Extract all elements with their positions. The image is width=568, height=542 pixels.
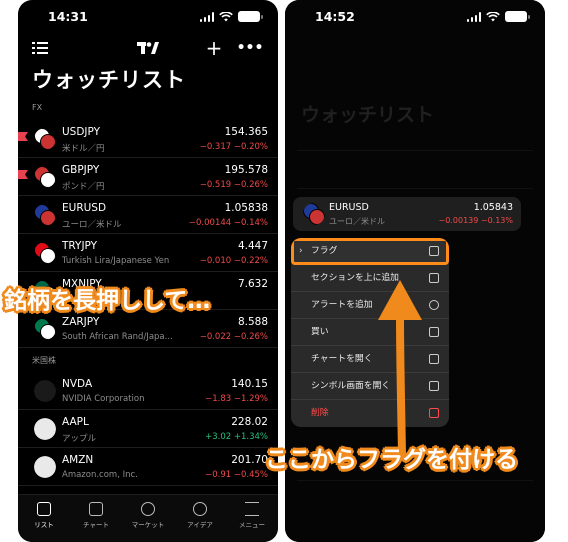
list-menu-icon[interactable] bbox=[30, 38, 50, 58]
tab-ideas[interactable]: アイデア bbox=[174, 495, 226, 542]
symbol-price: 195.578 bbox=[224, 164, 268, 176]
red-flag-icon bbox=[18, 170, 28, 179]
more-icon[interactable]: ••• bbox=[237, 38, 264, 58]
battery-icon bbox=[238, 11, 263, 22]
status-time: 14:31 bbox=[48, 9, 88, 24]
symbol-price: 7.632 bbox=[237, 278, 268, 290]
symbol-name: EURUSD bbox=[329, 202, 369, 213]
wifi-icon bbox=[486, 11, 500, 21]
status-bar: 14:31 bbox=[18, 0, 278, 34]
symbol-price: 154.365 bbox=[224, 126, 268, 138]
symbol-name: AAPL bbox=[62, 416, 89, 428]
battery-icon bbox=[505, 11, 530, 22]
tab-chart[interactable]: チャート bbox=[70, 495, 122, 542]
symbol-change: −0.519 −0.26% bbox=[199, 180, 268, 190]
toolbar: + ••• bbox=[18, 36, 278, 60]
left-phone-screen: 14:31 + ••• ウォッチリスト FX 米国株 リスト チャート マーケッ… bbox=[18, 0, 278, 542]
section-label-us: 米国株 bbox=[32, 356, 56, 365]
watchlist-row[interactable]: EURUSD ユーロ／米ドル 1.05838 −0.00144 −0.14% bbox=[18, 196, 278, 234]
buy-icon bbox=[429, 327, 439, 337]
alarm-icon bbox=[429, 300, 439, 310]
chevron-right-icon: › bbox=[299, 246, 303, 256]
signal-icon bbox=[199, 11, 214, 22]
tab-list[interactable]: リスト bbox=[18, 495, 70, 542]
symbol-change: −0.00139 −0.13% bbox=[438, 216, 513, 225]
wifi-icon bbox=[219, 11, 233, 21]
signal-icon bbox=[466, 11, 481, 22]
symbol-name: USDJPY bbox=[62, 126, 101, 138]
symbol-desc: アップル bbox=[62, 434, 97, 444]
symbol-price: 140.15 bbox=[231, 378, 268, 390]
symbol-change: −0.010 −0.22% bbox=[199, 256, 268, 266]
status-icons bbox=[199, 11, 263, 22]
blurred-title: ウォッチリスト bbox=[301, 104, 435, 126]
chart-icon bbox=[429, 354, 439, 364]
watchlist-row[interactable]: AMZN Amazon.com, Inc. 201.70 −0.91 −0.45% bbox=[18, 448, 278, 486]
symbol-logo-icon bbox=[34, 242, 56, 264]
symbol-desc: South African Rand/Japa... bbox=[62, 332, 173, 342]
symbol-desc: 米ドル／円 bbox=[62, 144, 105, 154]
watchlist-row[interactable]: ZARJPY South African Rand/Japa... 8.588 −0.… bbox=[18, 310, 278, 348]
status-bar: 14:52 bbox=[285, 0, 545, 34]
symbol-icon bbox=[429, 381, 439, 391]
status-icons bbox=[466, 11, 530, 22]
symbol-change: −0.00144 −0.14% bbox=[188, 218, 268, 228]
symbol-name: GBPJPY bbox=[62, 164, 100, 176]
flag-icon bbox=[429, 246, 439, 256]
symbol-logo-icon bbox=[34, 204, 56, 226]
right-caption: ここからフラグを付ける bbox=[265, 447, 518, 473]
symbol-change: −1.83 −1.29% bbox=[205, 394, 268, 404]
symbol-name: AMZN bbox=[62, 454, 94, 466]
symbol-desc: ユーロ／米ドル bbox=[329, 217, 385, 226]
symbol-logo-icon bbox=[34, 128, 56, 150]
tradingview-logo-icon bbox=[136, 38, 160, 58]
symbol-desc: ユーロ／米ドル bbox=[62, 220, 122, 230]
selected-symbol-card[interactable]: EURUSD ユーロ／米ドル 1.05843 −0.00139 −0.13% bbox=[293, 197, 521, 231]
symbol-price: 1.05843 bbox=[473, 202, 513, 213]
watchlist-row[interactable]: AAPL アップル 228.02 +3.02 +1.34% bbox=[18, 410, 278, 448]
trash-icon bbox=[429, 408, 439, 418]
tab-menu[interactable]: メニュー bbox=[226, 495, 278, 542]
annotation-arrow-icon bbox=[378, 280, 422, 456]
symbol-desc: Turkish Lira/Japanese Yen bbox=[62, 256, 170, 266]
left-caption: 銘柄を長押しして… bbox=[4, 288, 211, 314]
add-icon[interactable]: + bbox=[204, 36, 224, 60]
menu-item-flag[interactable]: › フラグ bbox=[291, 238, 449, 265]
symbol-price: 201.70 bbox=[231, 454, 268, 466]
tab-bar: リスト チャート マーケット アイデア メニュー bbox=[18, 494, 278, 542]
symbol-change: −0.317 −0.20% bbox=[199, 142, 268, 152]
symbol-change: +3.02 +1.34% bbox=[205, 432, 268, 442]
symbol-desc: Amazon.com, Inc. bbox=[62, 470, 138, 480]
symbol-logo-icon bbox=[34, 418, 56, 440]
symbol-name: ZARJPY bbox=[62, 316, 100, 328]
symbol-desc: NVIDIA Corporation bbox=[62, 394, 145, 404]
symbol-name: EURUSD bbox=[62, 202, 107, 214]
symbol-price: 8.588 bbox=[237, 316, 268, 328]
watchlist-row[interactable]: USDJPY 米ドル／円 154.365 −0.317 −0.20% bbox=[18, 120, 278, 158]
symbol-name: NVDA bbox=[62, 378, 93, 390]
symbol-price: 4.447 bbox=[237, 240, 268, 252]
status-time: 14:52 bbox=[315, 9, 355, 24]
watchlist-row[interactable]: GBPJPY ポンド／円 195.578 −0.519 −0.26% bbox=[18, 158, 278, 196]
symbol-logo-icon bbox=[34, 380, 56, 402]
tab-market[interactable]: マーケット bbox=[122, 495, 174, 542]
symbol-price: 228.02 bbox=[231, 416, 268, 428]
symbol-change: −0.022 −0.26% bbox=[199, 332, 268, 342]
page-title: ウォッチリスト bbox=[32, 68, 186, 92]
watchlist-row[interactable]: TRYJPY Turkish Lira/Japanese Yen 4.447 −0.0… bbox=[18, 234, 278, 272]
symbol-logo-icon bbox=[34, 166, 56, 188]
symbol-logo-icon bbox=[34, 456, 56, 478]
watchlist-row[interactable]: NVDA NVIDIA Corporation 140.15 −1.83 −1.29% bbox=[18, 372, 278, 410]
symbol-change: −0.91 −0.45% bbox=[205, 470, 268, 480]
red-flag-icon bbox=[18, 132, 28, 141]
symbol-desc: ポンド／円 bbox=[62, 182, 105, 192]
symbol-price: 1.05838 bbox=[224, 202, 268, 214]
section-icon bbox=[429, 273, 439, 283]
symbol-name: TRYJPY bbox=[62, 240, 98, 252]
section-label-fx: FX bbox=[32, 103, 43, 112]
eu-us-flag-icon bbox=[303, 203, 325, 225]
symbol-logo-icon bbox=[34, 318, 56, 340]
